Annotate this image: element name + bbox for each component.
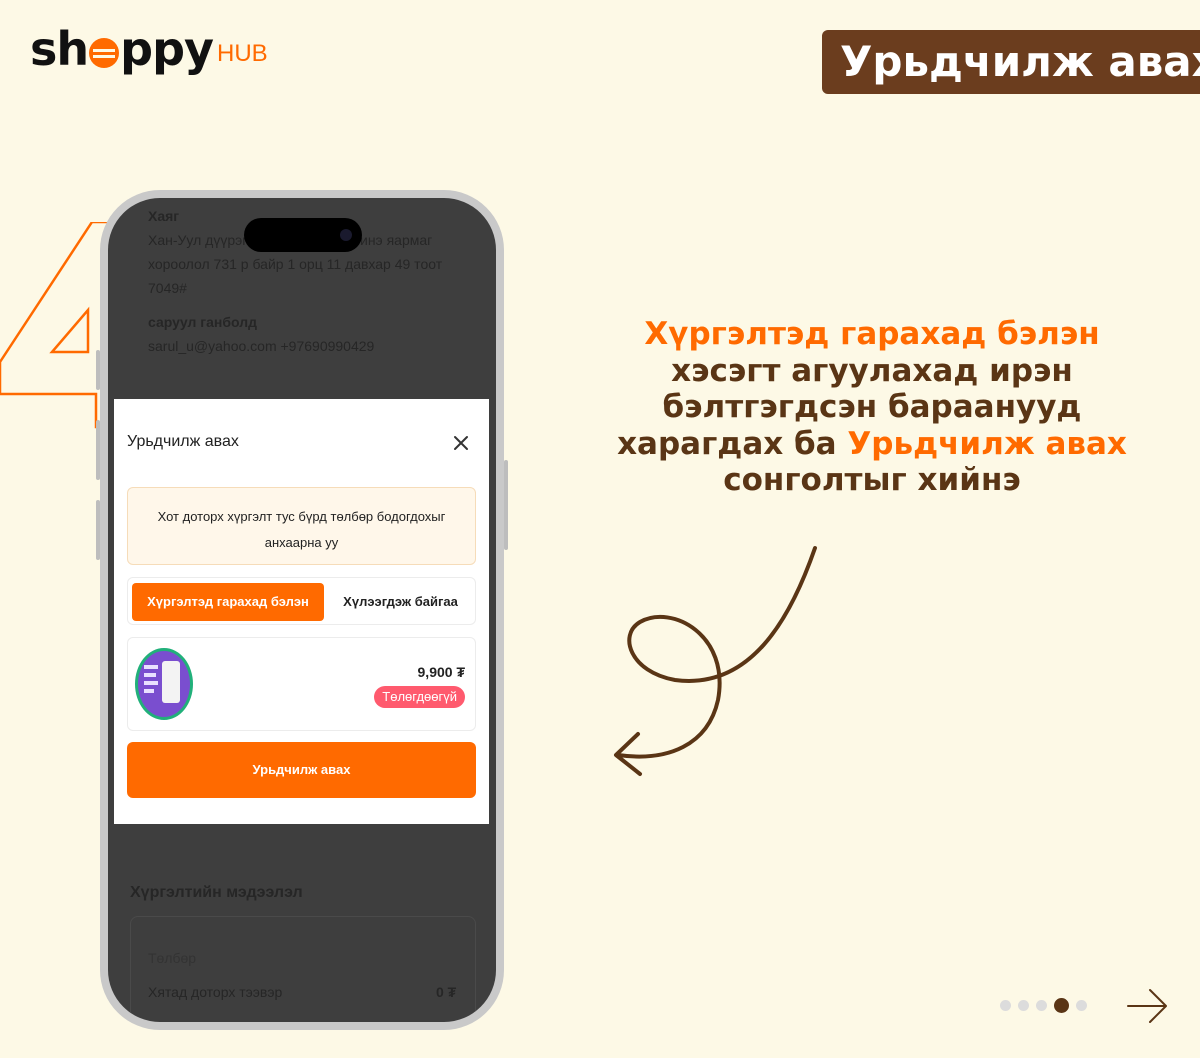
phone-side-button <box>96 350 100 390</box>
next-arrow-icon[interactable] <box>1126 986 1170 1026</box>
status-badge: Төлөгдөөгүй <box>374 686 465 708</box>
tab-bar: Хүргэлтэд гарахад бэлэн Хүлээгдэж байгаа <box>127 577 476 625</box>
logo-wordmark: sh ppy <box>30 22 214 76</box>
phone-screen: Хаяг Хан-Уул дүүрэг инэ яармаг хороолол … <box>108 198 496 1022</box>
pagination-dot[interactable] <box>1000 1000 1011 1011</box>
close-icon[interactable] <box>451 433 471 453</box>
logo-o-icon <box>89 38 120 68</box>
phone-side-button <box>504 460 508 550</box>
prepurchase-button[interactable]: Урьдчилж авах <box>127 742 476 798</box>
product-card[interactable]: 9,900 ₮ Төлөгдөөгүй <box>127 637 476 731</box>
address-line2: хороолол 731 р байр 1 орц 11 давхар 49 т… <box>148 256 443 272</box>
delivery-card <box>130 916 476 1022</box>
prepurchase-modal: Урьдчилж авах Хот доторх хүргэлт тус бүр… <box>114 399 489 824</box>
phone-mockup: Хаяг Хан-Уул дүүрэг инэ яармаг хороолол … <box>96 190 508 1030</box>
pagination-dots <box>1000 998 1094 1013</box>
product-price: 9,900 ₮ <box>417 664 465 680</box>
shipping-value: 0 ₮ <box>436 984 457 1000</box>
description-part-2: сонголтыг хийнэ <box>723 462 1021 498</box>
address-line3: 7049# <box>148 280 187 296</box>
description-text: Хүргэлтэд гарахад бэлэн хэсэгт агуулахад… <box>588 316 1156 499</box>
delivery-heading: Хүргэлтийн мэдээлэл <box>130 884 303 901</box>
address-line1-end: инэ яармаг <box>360 232 433 248</box>
page-title: Урьдчилж авах <box>822 30 1200 94</box>
pagination-dot[interactable] <box>1018 1000 1029 1011</box>
contact-info: sarul_u@yahoo.com +97690990429 <box>148 338 375 354</box>
payment-label: Төлбөр <box>148 950 197 966</box>
address-label: Хаяг <box>148 208 180 224</box>
dynamic-island <box>244 218 362 252</box>
pagination-dot[interactable] <box>1054 998 1069 1013</box>
camera-icon <box>340 229 352 241</box>
pagination-dot[interactable] <box>1076 1000 1087 1011</box>
phone-side-button <box>96 420 100 480</box>
curly-arrow-icon <box>614 546 817 776</box>
tab-ready-for-delivery[interactable]: Хүргэлтэд гарахад бэлэн <box>132 583 324 621</box>
pagination-dot[interactable] <box>1036 1000 1047 1011</box>
modal-title: Урьдчилж авах <box>127 433 239 450</box>
description-highlight-1: Хүргэлтэд гарахад бэлэн <box>644 316 1100 352</box>
tab-waiting[interactable]: Хүлээгдэж байгаа <box>328 583 473 621</box>
shipping-label: Хятад доторх тээвэр <box>148 984 283 1000</box>
phone-side-button <box>96 500 100 560</box>
address-line1: Хан-Уул дүүрэг <box>148 232 248 248</box>
description-highlight-2: Урьдчилж авах <box>847 425 1127 462</box>
product-thumbnail <box>135 648 193 720</box>
contact-name: саруул ганболд <box>148 314 257 330</box>
notice-box: Хот доторх хүргэлт тус бүрд төлбөр бодог… <box>127 487 476 565</box>
logo-hub-text: HUB <box>216 40 268 67</box>
logo: sh ppy HUB <box>30 26 268 72</box>
